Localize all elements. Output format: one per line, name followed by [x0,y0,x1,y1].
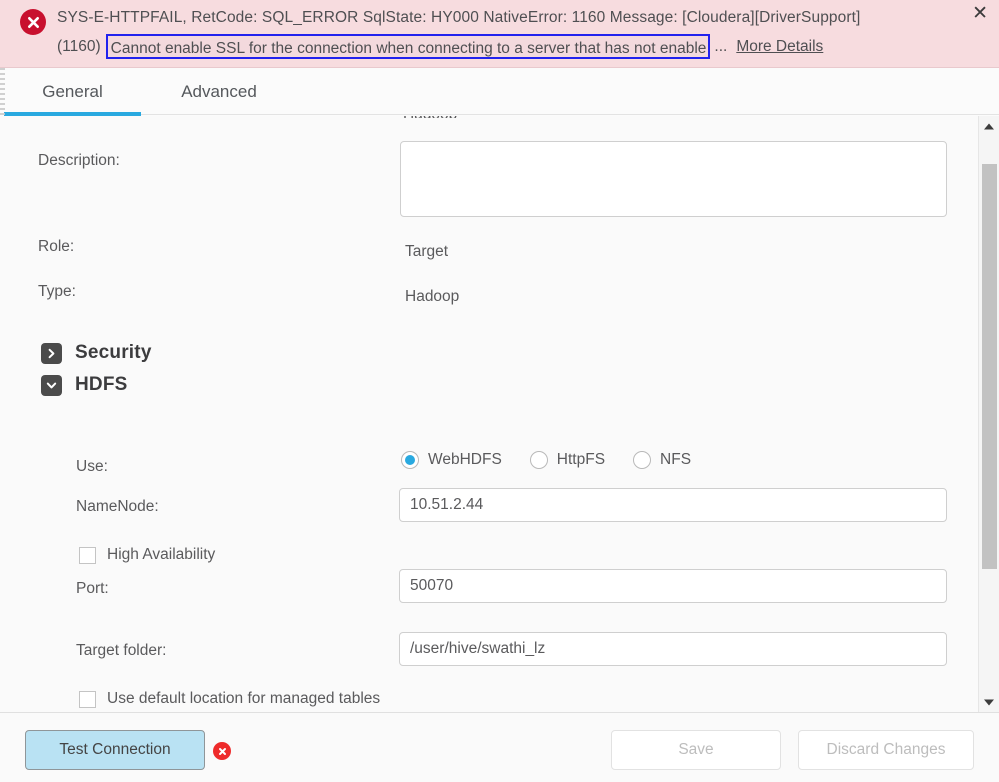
error-code: (1160) [57,38,101,55]
radio-label-nfs: NFS [660,451,692,468]
type-value: Hadoop [405,288,460,305]
more-details-link[interactable]: More Details [736,32,823,61]
error-banner: SYS-E-HTTPFAIL, RetCode: SQL_ERROR SqlSt… [0,0,999,68]
target-folder-input[interactable] [399,632,947,666]
error-message-line1: SYS-E-HTTPFAIL, RetCode: SQL_ERROR SqlSt… [57,9,861,26]
radio-httpfs[interactable]: HttpFS [529,451,606,469]
dialog-footer: Test Connection Save Discard Changes [0,712,999,782]
checkbox-indicator-use-default-location [79,690,96,708]
radio-nfs[interactable]: NFS [633,451,691,469]
use-radio-group: WebHDFS HttpFS NFS [401,451,691,469]
checkbox-indicator-high-availability [79,546,96,564]
discard-changes-button[interactable]: Discard Changes [798,730,974,770]
use-label: Use: [76,458,108,475]
section-toggle-hdfs[interactable]: HDFS [41,374,128,396]
test-connection-button[interactable]: Test Connection [25,730,205,770]
namenode-input[interactable] [399,488,947,522]
section-toggle-security[interactable]: Security [41,342,152,364]
vertical-scrollbar[interactable] [978,116,999,712]
radio-label-webhdfs: WebHDFS [428,451,502,468]
test-status-error-icon [213,742,231,760]
tab-bar: General Advanced [0,68,999,116]
error-truncation: ... [714,38,728,55]
scroll-down-arrow-icon[interactable] [979,692,999,712]
scroll-up-arrow-icon[interactable] [979,116,999,136]
scrollbar-thumb[interactable] [982,164,997,569]
chevron-right-icon [41,342,62,364]
tab-advanced[interactable]: Advanced [141,68,297,116]
use-default-location-label: Use default location for managed tables [107,690,381,707]
selected-error-text[interactable]: Cannot enable SSL for the connection whe… [105,34,711,59]
section-label-security: Security [75,342,152,363]
description-field[interactable] [400,141,947,217]
error-message-line2: (1160) Cannot enable SSL for the connect… [57,32,823,61]
tab-general[interactable]: General [4,68,141,116]
type-label: Type: [38,283,76,300]
type-value-clipped: Hadoop [403,116,457,118]
section-label-hdfs: HDFS [75,374,128,395]
high-availability-checkbox[interactable]: High Availability [79,546,215,564]
tab-divider [141,114,999,115]
close-icon[interactable]: ✕ [972,3,988,25]
radio-indicator-nfs [633,451,652,469]
radio-indicator-webhdfs [401,451,419,469]
left-edge-rail [0,68,5,120]
radio-indicator-httpfs [529,451,548,469]
settings-scroll-area[interactable]: Hadoop Description: Role: Target Type: H… [0,116,999,712]
error-circle-icon [20,9,46,35]
role-label: Role: [38,238,75,255]
radio-webhdfs[interactable]: WebHDFS [401,451,502,469]
use-default-location-checkbox[interactable]: Use default location for managed tables [79,690,380,708]
description-label: Description: [38,152,120,169]
port-label: Port: [76,580,109,597]
high-availability-label: High Availability [107,546,216,563]
port-input[interactable] [399,569,947,603]
radio-label-httpfs: HttpFS [556,451,606,468]
target-folder-label: Target folder: [76,642,167,659]
namenode-label: NameNode: [76,498,159,515]
chevron-down-icon [41,374,62,396]
role-value: Target [405,243,449,260]
save-button[interactable]: Save [611,730,781,770]
